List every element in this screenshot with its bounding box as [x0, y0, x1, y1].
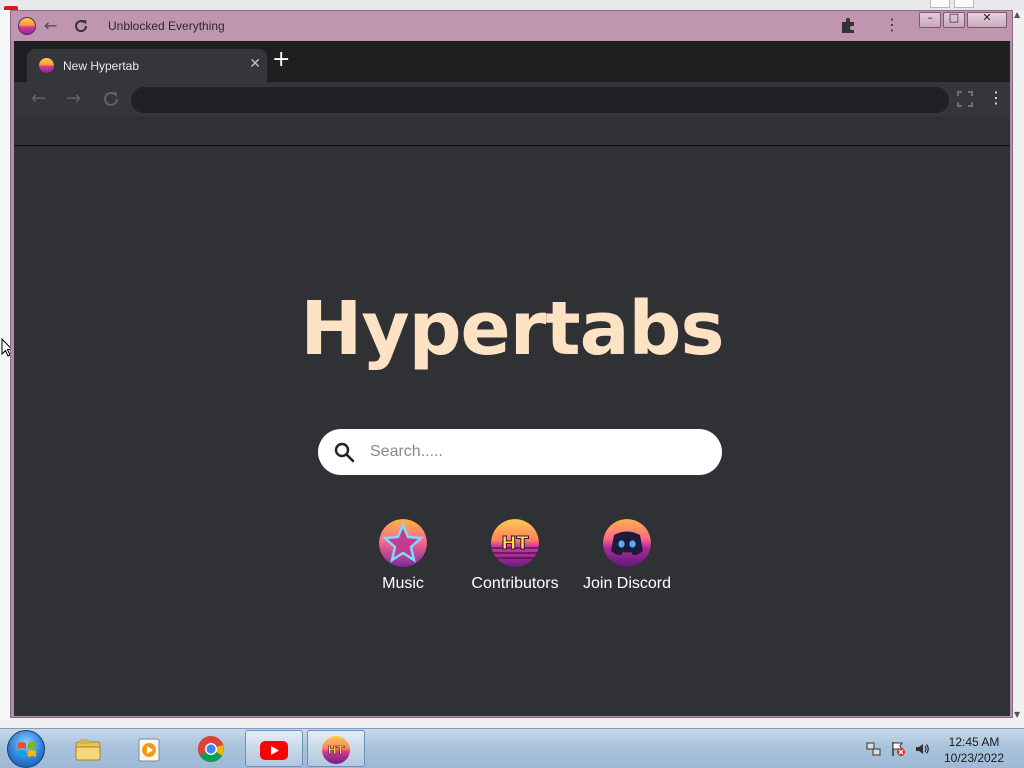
minimize-button[interactable]: – [919, 11, 941, 28]
search-icon [334, 442, 355, 463]
shortcut-label: Join Discord [582, 575, 672, 592]
taskbar-media-player[interactable] [121, 730, 179, 767]
taskbar-file-explorer[interactable] [60, 730, 118, 767]
window-menu-icon[interactable]: ⋮ [884, 15, 900, 34]
maximize-button[interactable]: □ [943, 11, 965, 28]
system-clock[interactable]: 12:45 AM 10/23/2022 [938, 734, 1010, 766]
address-bar[interactable] [131, 87, 949, 113]
shortcut-label: Contributors [471, 575, 559, 592]
background-maximize-button [954, 0, 974, 8]
svg-text:HT: HT [501, 533, 529, 554]
tab-close-icon[interactable]: ✕ [249, 56, 261, 72]
taskbar: HT 12:45 AM 10/23/2022 [0, 728, 1024, 768]
scroll-up-icon[interactable]: ▲ [1014, 10, 1020, 19]
shortcut-contributors[interactable]: HT Contributors [455, 519, 575, 593]
tab-title: New Hypertab [63, 59, 140, 73]
window-title: Unblocked Everything [108, 19, 225, 33]
background-close-button [986, 0, 1006, 8]
browser-menu-icon[interactable]: ⋮ [988, 88, 1004, 107]
clock-time: 12:45 AM [948, 735, 1000, 749]
start-button[interactable] [7, 730, 45, 768]
hypertabs-taskbar-icon: HT [322, 736, 350, 764]
background-minimize-button [930, 0, 950, 8]
new-tab-button[interactable]: + [272, 49, 290, 71]
desktop-left-edge [0, 10, 13, 720]
chrome-icon [197, 735, 224, 763]
refresh-button[interactable] [102, 90, 120, 108]
media-player-icon [138, 738, 160, 762]
search-input[interactable] [370, 438, 700, 466]
volume-icon[interactable] [914, 741, 930, 757]
browser-frame: New Hypertab ✕ + ← → ⋮ Hypertabs Search.… [14, 41, 1010, 716]
discord-icon [603, 519, 651, 567]
tab-new-hypertab[interactable]: New Hypertab ✕ [27, 49, 267, 82]
svg-text:HT: HT [328, 744, 345, 757]
youtube-icon [260, 741, 288, 760]
network-icon[interactable] [866, 741, 882, 757]
tab-favicon-icon [39, 58, 54, 73]
browser-window: ← Unblocked Everything ⋮ – □ ✕ New Hyper… [10, 10, 1013, 718]
new-tab-page: Hypertabs Music [14, 146, 1010, 716]
clock-date: 10/23/2022 [943, 751, 1005, 765]
forward-button[interactable]: → [66, 88, 81, 110]
hypertabs-logo: Hypertabs [300, 286, 724, 372]
ht-logo-icon: HT [491, 519, 539, 567]
tab-strip: New Hypertab ✕ + [14, 41, 1010, 82]
navigation-toolbar: ← → ⋮ [14, 82, 1010, 116]
taskbar-chrome[interactable] [183, 730, 241, 767]
hypertabs-app-icon [18, 17, 36, 35]
back-icon[interactable]: ← [44, 16, 57, 36]
search-box[interactable] [318, 429, 722, 475]
taskbar-hypertabs[interactable]: HT [307, 730, 365, 767]
taskbar-youtube[interactable] [245, 730, 303, 767]
action-center-flag-icon[interactable] [890, 741, 906, 757]
shortcut-music[interactable]: Music [343, 519, 463, 593]
extensions-icon[interactable] [839, 17, 857, 35]
fullscreen-icon[interactable] [957, 91, 973, 107]
scroll-down-icon[interactable]: ▼ [1014, 710, 1020, 719]
background-window-edge [0, 0, 1024, 12]
shortcut-label: Music [382, 575, 424, 592]
back-button[interactable]: ← [31, 88, 46, 110]
folder-icon [75, 739, 101, 761]
shortcut-join-discord[interactable]: Join Discord [567, 519, 687, 593]
close-button[interactable]: ✕ [967, 11, 1007, 28]
desktop-right-scrollbar[interactable]: ▲ ▼ [1012, 10, 1024, 722]
title-bar: ← Unblocked Everything ⋮ – □ ✕ [11, 11, 1012, 41]
reload-icon[interactable] [73, 18, 89, 34]
star-icon [379, 519, 427, 567]
windows-logo-icon [18, 742, 36, 757]
